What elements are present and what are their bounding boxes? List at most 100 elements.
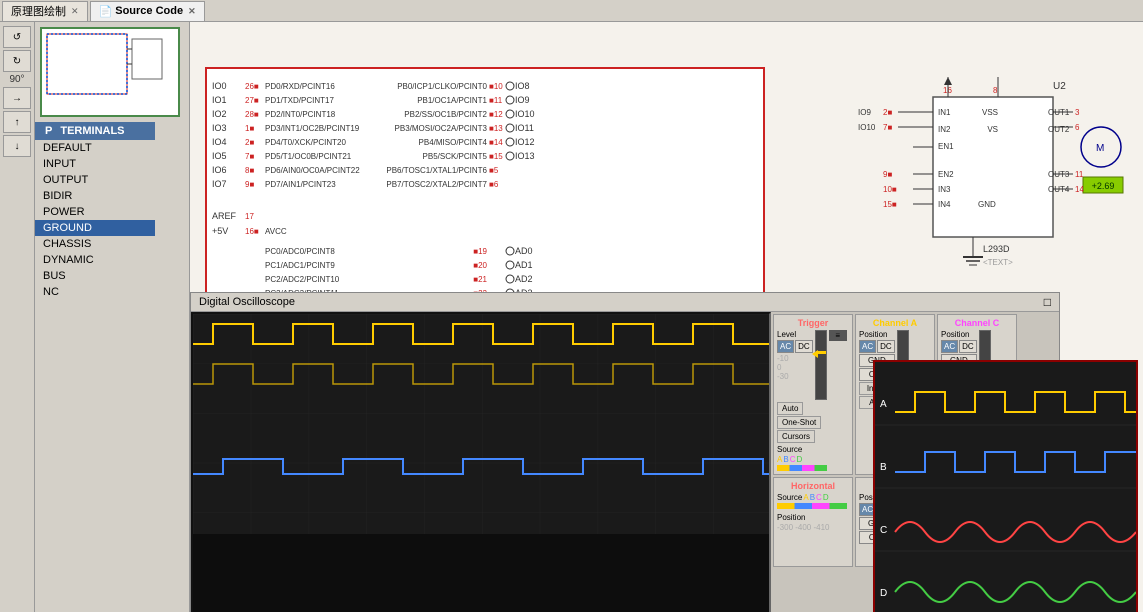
svg-text:6: 6 [1075,123,1080,132]
horiz-d[interactable]: D [823,493,829,502]
oscilloscope-screen [191,312,771,612]
canvas-area: IO0 IO1 IO2 IO3 IO4 IO5 IO6 IO7 26■ 27■ … [190,22,1143,612]
main-layout: ↺ ↻ 90° → ↑ ↓ P TERMINALS DEFAULT [0,22,1143,612]
sidebar-item-bidir[interactable]: BIDIR [35,188,155,204]
arrow-right-button[interactable]: → [3,87,31,109]
svg-text:PB7/TOSC2/XTAL2/PCINT7: PB7/TOSC2/XTAL2/PCINT7 [386,180,487,189]
trigger-ac-button[interactable]: AC [777,340,794,353]
svg-text:OUT2: OUT2 [1048,125,1070,134]
svg-text:11: 11 [1075,170,1084,179]
svg-text:PD0/RXD/PCINT16: PD0/RXD/PCINT16 [265,82,335,91]
sidebar-item-input[interactable]: INPUT [35,156,155,172]
sidebar-item-nc[interactable]: NC [35,284,155,300]
svg-text:+5V: +5V [212,226,228,236]
horiz-source: Source A B C D [777,493,849,502]
tab-source[interactable]: 📄 Source Code ✕ [90,1,205,21]
svg-text:IO2: IO2 [212,109,227,119]
one-shot-button[interactable]: One-Shot [777,416,821,429]
horiz-val1: -300 -400 -410 [777,523,849,532]
tab-schematic-close[interactable]: ✕ [71,6,79,17]
svg-text:15■: 15■ [883,200,897,209]
svg-text:7■: 7■ [883,123,892,132]
channel-c-ac-dc: AC DC [941,340,977,353]
auto-button[interactable]: Auto [777,402,803,415]
chan-a-dc-button[interactable]: DC [877,340,895,353]
svg-text:C: C [880,525,887,536]
svg-text:IO11: IO11 [515,123,534,133]
tab-source-close[interactable]: ✕ [188,6,196,17]
svg-text:PD3/INT1/OC2B/PCINT19: PD3/INT1/OC2B/PCINT19 [265,124,360,133]
svg-text:27■: 27■ [245,96,259,105]
svg-text:AREF: AREF [212,211,237,221]
tab-source-icon: 📄 [99,5,113,18]
svg-text:PB6/TOSC1/XTAL1/PCINT6: PB6/TOSC1/XTAL1/PCINT6 [386,166,487,175]
chan-c-ac-button[interactable]: AC [941,340,958,353]
horiz-c[interactable]: C [816,493,822,502]
channel-a-ac-dc: AC DC [859,340,895,353]
svg-text:PD7/AIN1/PCINT23: PD7/AIN1/PCINT23 [265,180,336,189]
cursors-button[interactable]: Cursors [777,430,815,443]
horizontal-title: Horizontal [777,481,849,491]
horiz-position-label: Position [777,513,849,522]
chan-a-ac-button[interactable]: AC [859,340,876,353]
redo-button[interactable]: ↻ [3,50,31,72]
sidebar-item-ground[interactable]: GROUND [35,220,155,236]
svg-text:IO10: IO10 [515,109,535,119]
trigger-hold-off[interactable]: ≡ [829,330,847,341]
channel-a-position-label: Position [859,330,895,339]
trigger-val-bot: -30 [777,372,813,381]
trigger-level-label: Level [777,330,813,339]
trigger-slider-arrow [812,350,818,358]
svg-text:■5: ■5 [489,166,499,175]
tab-schematic[interactable]: 原理图绘制 ✕ [2,1,88,21]
svg-text:26■: 26■ [245,82,259,91]
svg-text:PB4/MISO/PCINT4: PB4/MISO/PCINT4 [419,138,488,147]
source-c[interactable]: C [790,455,796,464]
horiz-source-label: Source [777,493,802,502]
source-label: Source [777,445,802,454]
sidebar-item-power[interactable]: POWER [35,204,155,220]
sidebar-item-default[interactable]: DEFAULT [35,140,155,156]
trigger-section: Trigger Level AC DC [773,314,853,475]
undo-button[interactable]: ↺ [3,26,31,48]
sidebar-item-dynamic[interactable]: DYNAMIC [35,252,155,268]
source-b[interactable]: B [783,455,788,464]
sidebar-item-chassis[interactable]: CHASSIS [35,236,155,252]
sidebar-item-output[interactable]: OUTPUT [35,172,155,188]
svg-text:+2.69: +2.69 [1092,181,1115,191]
horiz-a[interactable]: A [803,493,808,502]
svg-text:■19: ■19 [473,247,487,256]
source-a[interactable]: A [777,455,782,464]
svg-text:PB5/SCK/PCINT5: PB5/SCK/PCINT5 [423,152,488,161]
svg-text:IO5: IO5 [212,151,227,161]
svg-text:IO3: IO3 [212,123,227,133]
schematic-background: IO0 IO1 IO2 IO3 IO4 IO5 IO6 IO7 26■ 27■ … [190,22,1143,612]
trigger-level-slider[interactable] [815,330,827,400]
atmega-chip: IO0 IO1 IO2 IO3 IO4 IO5 IO6 IO7 26■ 27■ … [205,67,765,297]
oscilloscope-close-button[interactable]: □ [1044,295,1051,309]
trigger-oneshot: One-Shot [777,416,849,429]
u2-schematic: U2 IN1 IN2 EN1 VSS VS OUT1 OUT2 [853,77,1133,297]
sidebar-item-bus[interactable]: BUS [35,268,155,284]
svg-text:IN2: IN2 [938,125,951,134]
osc-right-waveforms: A B C D [875,362,1136,612]
chan-c-dc-button[interactable]: DC [959,340,977,353]
svg-text:AVCC: AVCC [265,227,287,236]
svg-text:PD5/T1/OC0B/PCINT21: PD5/T1/OC0B/PCINT21 [265,152,352,161]
source-d[interactable]: D [796,455,802,464]
horiz-b[interactable]: B [810,493,815,502]
svg-text:AD0: AD0 [515,246,533,256]
svg-text:7■: 7■ [245,152,254,161]
svg-text:■15: ■15 [489,152,503,161]
svg-text:■14: ■14 [489,138,503,147]
svg-text:EN1: EN1 [938,142,954,151]
trigger-dc-button[interactable]: DC [795,340,813,353]
svg-text:IO1: IO1 [212,95,227,105]
arrow-up-button[interactable]: ↑ [3,111,31,133]
rotate-label: 90° [9,74,24,85]
svg-text:■10: ■10 [489,82,503,91]
osc-right-display: A B C D [873,360,1138,612]
arrow-down-button[interactable]: ↓ [3,135,31,157]
svg-text:PD2/INT0/PCINT18: PD2/INT0/PCINT18 [265,110,336,119]
svg-text:PC2/ADC2/PCINT10: PC2/ADC2/PCINT10 [265,275,340,284]
